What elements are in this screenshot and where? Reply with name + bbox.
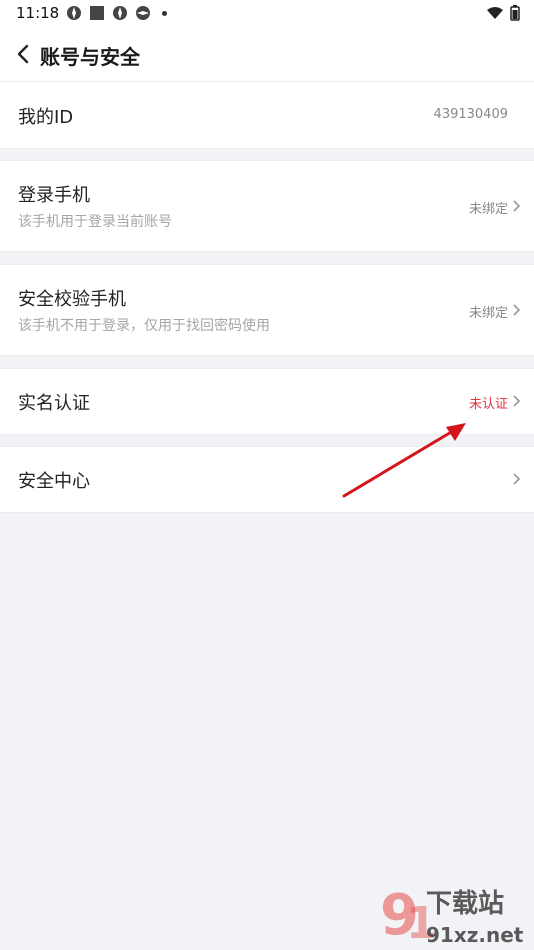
- svg-text:91xz.net: 91xz.net: [426, 923, 524, 947]
- more-notifications-dot: [162, 10, 167, 16]
- status-bar: 11:18: [0, 0, 534, 28]
- security-phone-row[interactable]: 安全校验手机 该手机不用于登录，仅用于找回密码使用 未绑定: [0, 264, 534, 356]
- app-notification-icon: [113, 6, 127, 20]
- real-name-label: 实名认证: [18, 393, 90, 414]
- security-phone-status: 未绑定: [468, 306, 508, 321]
- security-center-label: 安全中心: [18, 471, 90, 492]
- notification-icons: [66, 5, 167, 21]
- chevron-right-icon: [513, 473, 521, 485]
- square-notification-icon: [90, 6, 104, 20]
- system-icons: [486, 5, 520, 21]
- login-phone-status: 未绑定: [468, 202, 508, 217]
- back-arrow-icon[interactable]: [14, 42, 34, 66]
- login-phone-description: 该手机用于登录当前账号: [18, 214, 172, 230]
- login-phone-row[interactable]: 登录手机 该手机用于登录当前账号 未绑定: [0, 160, 534, 252]
- my-id-row: 我的ID 439130409: [0, 81, 534, 149]
- real-name-verification-row[interactable]: 实名认证 未认证: [0, 368, 534, 435]
- security-phone-label: 安全校验手机: [18, 289, 126, 310]
- svg-text:下载站: 下载站: [426, 889, 504, 919]
- battery-icon: [510, 5, 520, 21]
- login-phone-label: 登录手机: [18, 185, 90, 206]
- real-name-status: 未认证: [468, 397, 508, 412]
- chevron-right-icon: [513, 304, 521, 316]
- chevron-right-icon: [513, 395, 521, 407]
- my-id-label: 我的ID: [18, 107, 74, 128]
- app-notification-icon: [67, 6, 81, 20]
- app-notification-icon: [136, 6, 150, 20]
- watermark-logo: 9 1 下载站 91xz.net: [380, 883, 524, 948]
- security-center-row[interactable]: 安全中心: [0, 446, 534, 513]
- chevron-right-icon: [513, 200, 521, 212]
- my-id-value: 439130409: [433, 107, 508, 122]
- wifi-icon: [487, 7, 503, 19]
- status-time: 11:18: [16, 4, 60, 22]
- title-bar: 账号与安全: [0, 28, 534, 82]
- page-title: 账号与安全: [40, 45, 140, 69]
- security-phone-description: 该手机不用于登录，仅用于找回密码使用: [18, 318, 270, 334]
